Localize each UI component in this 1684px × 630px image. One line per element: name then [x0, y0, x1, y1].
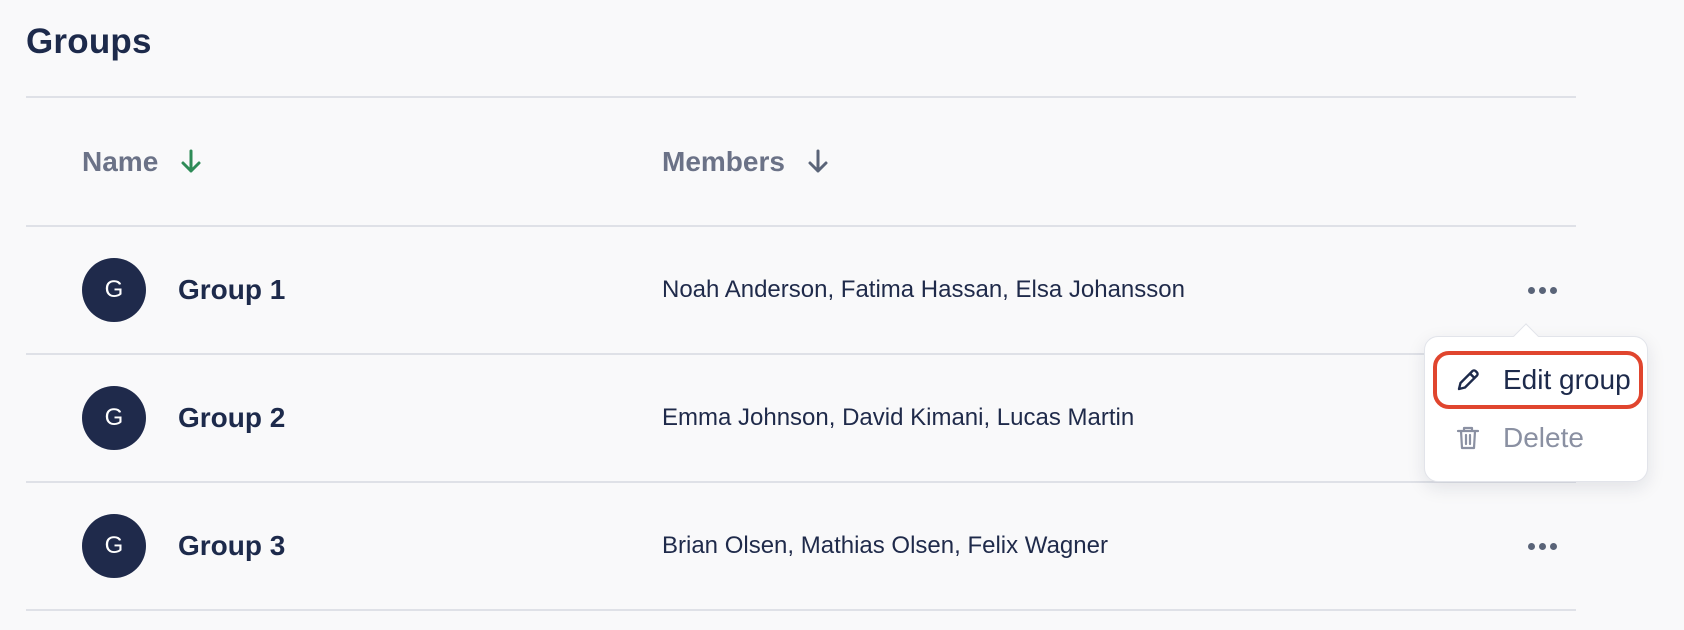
group-members: Brian Olsen, Mathias Olsen, Felix Wagner	[662, 532, 1108, 559]
trash-icon	[1453, 423, 1483, 453]
more-options-button[interactable]	[1520, 531, 1564, 561]
edit-group-label: Edit group	[1503, 364, 1631, 395]
row-divider	[26, 609, 1576, 611]
avatar: G	[82, 386, 146, 450]
groups-table: Name Members G Group 1 Noah Anderson, Fa…	[26, 96, 1576, 611]
arrow-down-icon[interactable]	[805, 147, 831, 177]
column-header-members-label: Members	[662, 145, 785, 177]
column-header-members[interactable]: Members	[662, 146, 831, 178]
column-header-name-label: Name	[82, 145, 159, 177]
page-title: Groups	[26, 22, 152, 61]
arrow-down-icon[interactable]	[178, 147, 204, 177]
group-name[interactable]: Group 2	[178, 402, 285, 434]
group-members: Noah Anderson, Fatima Hassan, Elsa Johan…	[662, 276, 1185, 303]
delete-menu-item[interactable]: Delete	[1433, 409, 1643, 467]
group-name[interactable]: Group 1	[178, 274, 285, 306]
avatar: G	[82, 258, 146, 322]
pencil-icon	[1453, 365, 1483, 395]
more-horizontal-icon-dot	[1538, 542, 1546, 550]
group-members: Emma Johnson, David Kimani, Lucas Martin	[662, 404, 1135, 431]
more-horizontal-icon-dot	[1549, 286, 1557, 294]
more-horizontal-icon-dot	[1527, 542, 1535, 550]
edit-group-menu-item[interactable]: Edit group	[1433, 351, 1643, 409]
row-context-menu: Edit group Delete	[1424, 323, 1648, 482]
table-row: G Group 2 Emma Johnson, David Kimani, Lu…	[26, 355, 1576, 481]
table-row: G Group 1 Noah Anderson, Fatima Hassan, …	[26, 227, 1576, 353]
more-horizontal-icon-dot	[1527, 286, 1535, 294]
groups-page: Groups Name Members G Group 1 Noah Ander…	[0, 0, 1684, 630]
avatar: G	[82, 514, 146, 578]
table-header: Name Members	[26, 98, 1576, 225]
more-horizontal-icon-dot	[1538, 286, 1546, 294]
group-name[interactable]: Group 3	[178, 530, 285, 562]
more-horizontal-icon-dot	[1549, 542, 1557, 550]
table-row: G Group 3 Brian Olsen, Mathias Olsen, Fe…	[26, 483, 1576, 609]
more-options-button[interactable]	[1520, 275, 1564, 305]
column-header-name[interactable]: Name	[82, 146, 204, 178]
delete-label: Delete	[1503, 422, 1584, 453]
